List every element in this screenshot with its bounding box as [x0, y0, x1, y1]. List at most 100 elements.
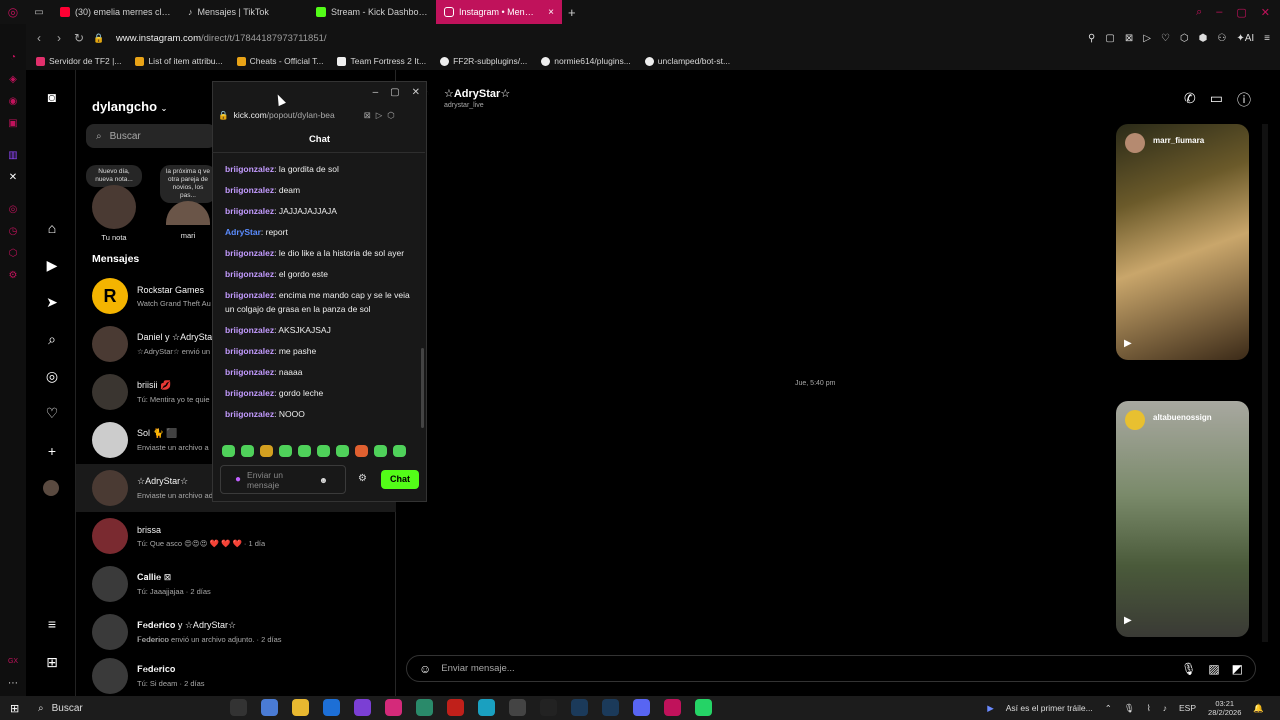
- chat-send-button[interactable]: Chat: [381, 470, 419, 489]
- file-explorer-icon[interactable]: [292, 699, 309, 716]
- input-language[interactable]: ESP: [1179, 703, 1196, 713]
- workspaces-icon[interactable]: ▭: [26, 7, 52, 18]
- chat-scrollbar[interactable]: [421, 348, 424, 428]
- new-tab-icon[interactable]: +: [568, 5, 576, 20]
- popup-url[interactable]: kick.com/popout/dylan-bea: [234, 110, 359, 120]
- search-icon[interactable]: ⌕: [43, 330, 61, 348]
- opera-gx-icon[interactable]: [664, 699, 681, 716]
- chrome-icon[interactable]: [509, 699, 526, 716]
- instagram-sidebar-icon[interactable]: ▣: [7, 118, 19, 130]
- conversation-item[interactable]: 𝐅𝐞𝐝𝐞𝐫𝐢𝐜𝐨 y ☆AdryStar☆ 𝐅𝐞𝐝𝐞𝐫𝐢𝐜𝐨 envió un a…: [76, 608, 396, 656]
- conversation-item[interactable]: 𝐂𝐚𝐥𝐥𝐢𝐞 ⊠ Tú: Jaaajjajaa · 2 días: [76, 560, 396, 608]
- epic-games-icon[interactable]: [540, 699, 557, 716]
- menu-icon[interactable]: ≡: [1264, 33, 1270, 44]
- chat-username[interactable]: AdryStar: [225, 227, 261, 237]
- emote-icon[interactable]: [260, 445, 273, 457]
- microphone-icon[interactable]: 🎙: [1124, 703, 1135, 714]
- close-tab-icon[interactable]: ×: [542, 7, 554, 18]
- copilot-icon[interactable]: [261, 699, 278, 716]
- account-icon[interactable]: ⚇: [1217, 33, 1226, 44]
- close-window-icon[interactable]: ✕: [1261, 6, 1270, 19]
- chat-username[interactable]: briigonzalez: [225, 269, 274, 279]
- also-from-meta-icon[interactable]: ⊞: [43, 653, 61, 671]
- app-icon[interactable]: [354, 699, 371, 716]
- lock-icon[interactable]: ◈: [7, 74, 19, 86]
- minimize-icon[interactable]: –: [373, 87, 379, 98]
- chat-username[interactable]: briigonzalez: [225, 346, 274, 356]
- ai-button[interactable]: ✦AI: [1236, 33, 1254, 44]
- media-title[interactable]: Así es el primer tráile...: [1006, 703, 1093, 713]
- url-field[interactable]: www.instagram.com/direct/t/1784418797371…: [116, 33, 327, 44]
- note-mari[interactable]: la próxima q ve otra pareja de novios, l…: [160, 165, 216, 240]
- messages-icon[interactable]: ➤: [43, 293, 61, 311]
- reels-icon[interactable]: ▶: [43, 256, 61, 274]
- mail-icon[interactable]: [323, 699, 340, 716]
- bookmark-item[interactable]: normie614/plugins...: [541, 56, 631, 66]
- more-menu-icon[interactable]: ≡: [43, 615, 61, 633]
- clock[interactable]: 03:21 28/2/2026: [1208, 699, 1241, 717]
- messenger-icon[interactable]: ◉: [7, 96, 19, 108]
- cube-icon[interactable]: ⬡: [387, 110, 394, 121]
- filezilla-icon[interactable]: [447, 699, 464, 716]
- conversation-item[interactable]: brissa Tú: Que asco 😍😍😍 ❤️ ❤️ ❤️ · 1 día: [76, 512, 396, 560]
- notifications-icon[interactable]: ♡: [43, 404, 61, 422]
- chevron-up-icon[interactable]: ⌃: [1105, 703, 1112, 714]
- chat-settings-icon[interactable]: ⚙: [358, 473, 367, 484]
- ai-icon[interactable]: ◔: [7, 52, 19, 64]
- emote-icon[interactable]: [336, 445, 349, 457]
- bookmark-item[interactable]: Team Fortress 2 It...: [337, 56, 426, 66]
- player-icon[interactable]: ◎: [7, 204, 19, 216]
- chat-username[interactable]: briigonzalez: [225, 367, 274, 377]
- emote-icon[interactable]: [298, 445, 311, 457]
- maximize-icon[interactable]: ▢: [390, 87, 399, 98]
- media-icon[interactable]: ▶: [987, 703, 994, 714]
- reel-card[interactable]: altabuenossign ▶: [1116, 401, 1249, 637]
- wifi-icon[interactable]: ⌇: [1147, 703, 1151, 714]
- instagram-app-icon[interactable]: [385, 699, 402, 716]
- task-view-icon[interactable]: [230, 699, 247, 716]
- extensions-icon[interactable]: ⬡: [7, 248, 19, 260]
- profile-avatar[interactable]: [43, 480, 59, 496]
- emote-icon[interactable]: [279, 445, 292, 457]
- maximize-icon[interactable]: ▢: [1236, 6, 1246, 19]
- x-icon[interactable]: ✕: [7, 172, 19, 184]
- gx-icon[interactable]: GX: [7, 656, 19, 668]
- note-own[interactable]: Nuevo día, nueva nota... Tu nota: [86, 165, 142, 242]
- back-icon[interactable]: ‹: [32, 31, 46, 45]
- windows-start-icon[interactable]: ⊞: [10, 702, 19, 715]
- sticker-icon[interactable]: ◩: [1232, 662, 1243, 676]
- conversation-item[interactable]: 𝐅𝐞𝐝𝐞𝐫𝐢𝐜𝐨 Tú: Si deam · 2 días: [76, 656, 396, 696]
- volume-icon[interactable]: ♪: [1163, 703, 1167, 713]
- steam-icon[interactable]: [602, 699, 619, 716]
- emoji-icon[interactable]: ☻: [319, 475, 328, 485]
- reel-card[interactable]: marr_fiumara ▶: [1116, 124, 1249, 360]
- emote-icon[interactable]: [355, 445, 368, 457]
- opera-menu-icon[interactable]: ◎: [0, 5, 26, 19]
- instagram-logo-icon[interactable]: ◙: [43, 88, 61, 106]
- tab-tiktok[interactable]: ♪ Mensajes | TikTok: [180, 0, 308, 24]
- search-tabs-icon[interactable]: ⌕: [1196, 6, 1202, 19]
- heart-icon[interactable]: ♡: [1161, 33, 1170, 44]
- emote-icon[interactable]: [222, 445, 235, 457]
- chat-username[interactable]: briigonzalez: [225, 325, 274, 335]
- chat-username[interactable]: briigonzalez: [225, 164, 274, 174]
- pin-icon[interactable]: ⚲: [1088, 33, 1095, 44]
- history-icon[interactable]: ◷: [7, 226, 19, 238]
- app-icon[interactable]: [416, 699, 433, 716]
- home-icon[interactable]: ⌂: [43, 219, 61, 237]
- video-call-icon[interactable]: ▭: [1210, 90, 1223, 110]
- whatsapp-icon[interactable]: [695, 699, 712, 716]
- taskbar-search[interactable]: ⌕ Buscar: [38, 703, 83, 714]
- search-input[interactable]: ⌕ Buscar: [86, 124, 216, 148]
- chat-username[interactable]: briigonzalez: [225, 206, 274, 216]
- snapshot-icon[interactable]: ▢: [1105, 33, 1114, 44]
- notifications-icon[interactable]: 🔔: [1253, 703, 1264, 714]
- thread-name[interactable]: ☆AdryStar☆: [444, 87, 510, 100]
- discord-icon[interactable]: [633, 699, 650, 716]
- chat-username[interactable]: briigonzalez: [225, 290, 274, 300]
- reload-icon[interactable]: ↻: [72, 31, 86, 45]
- image-icon[interactable]: ▨: [1208, 662, 1219, 676]
- scrollbar[interactable]: [1262, 124, 1268, 642]
- microphone-icon[interactable]: 🎙: [1181, 662, 1196, 676]
- minimize-icon[interactable]: –: [1216, 6, 1222, 18]
